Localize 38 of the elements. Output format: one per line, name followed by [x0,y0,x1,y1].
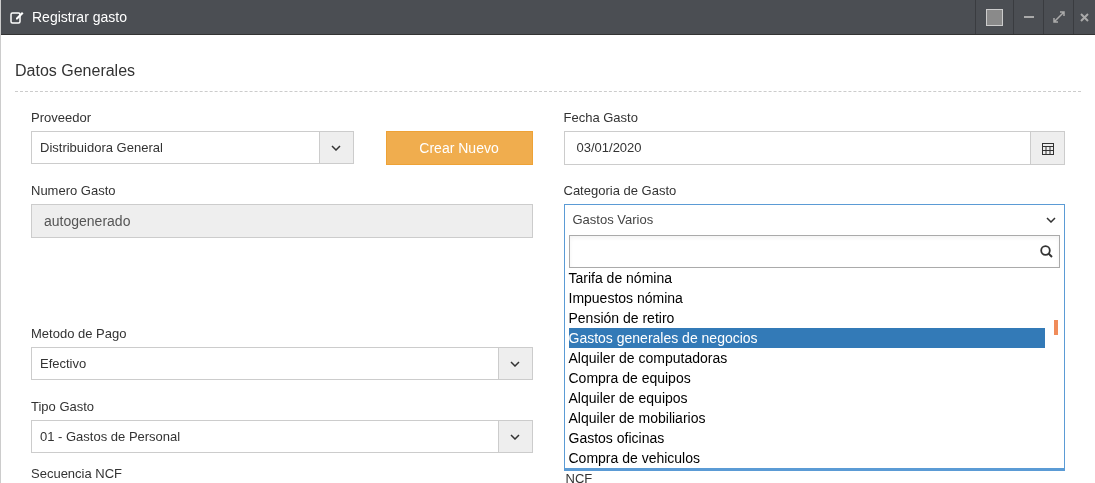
field-label: Categoria de Gasto [563,182,678,200]
section-title: Datos Generales [15,35,1081,92]
minus-icon [1023,16,1034,18]
dropdown-option[interactable]: Compra de equipos [568,368,1045,388]
field-label: Metodo de Pago [31,325,128,343]
square-icon [986,8,1003,26]
edit-icon [10,10,24,24]
chevron-down-icon [1046,217,1056,223]
category-select[interactable]: Gastos Varios [563,204,1065,236]
field-label: NCF [565,473,594,483]
supplier-select[interactable]: Distribuidora General [31,131,354,164]
field-label: Secuencia NCF [31,467,124,481]
field-label: Fecha Gasto [563,109,639,127]
window-title: Registrar gasto [32,7,127,27]
close-icon [1080,12,1089,22]
dropdown-option[interactable]: Pensión de retiro [568,308,1045,328]
payment-method-select[interactable]: Efectivo [31,347,533,380]
dropdown-option[interactable]: Gastos generales de negocios [568,328,1045,348]
search-icon [1040,245,1053,258]
dropdown-option[interactable]: Gastos oficinas [568,428,1045,448]
dropdown-option[interactable]: Alquiler de mobiliarios [568,408,1045,428]
chevron-down-icon [510,360,520,367]
search-field[interactable] [568,235,1060,268]
field-label: Proveedor [31,109,92,127]
expand-icon [1052,11,1065,23]
dropdown-option[interactable]: Alquiler de computadoras [568,348,1045,368]
chevron-down-icon [331,144,342,151]
field-label: Numero Gasto [31,182,117,200]
dropdown-option[interactable]: Alquiler de equipos [568,388,1045,408]
calendar-icon [1041,141,1054,155]
date-field[interactable]: 03/01/2020 [563,131,1065,165]
scrollbar-thumb[interactable] [1054,320,1058,335]
dropdown-option[interactable]: Compra de vehiculos [568,448,1045,468]
dropdown-option[interactable]: Impuestos nómina [568,288,1045,308]
dropdown-option[interactable]: Tarifa de nómina [568,268,1045,288]
field-label: Tipo Gasto [31,398,96,416]
expense-type-select[interactable]: 01 - Gastos de Personal [31,420,533,453]
chevron-down-icon [510,433,520,440]
